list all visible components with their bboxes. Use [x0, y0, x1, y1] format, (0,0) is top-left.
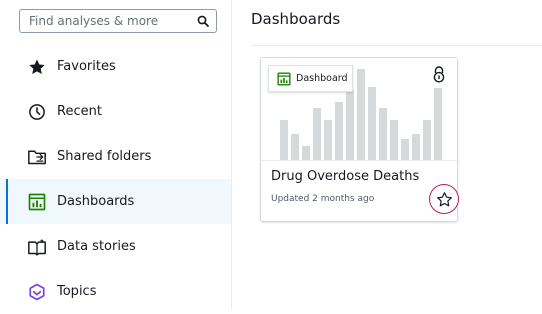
favorite-button[interactable] [429, 184, 459, 214]
thumbnail-bar [423, 120, 431, 160]
thumbnail-bar [324, 120, 332, 160]
dashboard-icon [277, 71, 291, 86]
search-icon[interactable] [197, 15, 209, 27]
sidebar-item-dashboards[interactable]: Dashboards [0, 179, 231, 224]
dashboard-icon [27, 192, 47, 212]
dashboard-updated-text: Updated 2 months ago [271, 194, 375, 204]
sidebar-item-label: Shared folders [57, 149, 152, 164]
star-filled-icon [27, 57, 47, 77]
sidebar-item-label: Topics [57, 284, 97, 299]
thumbnail-bar [346, 90, 354, 160]
search-input[interactable] [20, 10, 201, 32]
thumbnail-bar [302, 146, 310, 160]
sidebar-item-topics[interactable]: Topics [0, 269, 231, 314]
thumbnail-bar [313, 108, 321, 160]
sidebar-item-recent[interactable]: Recent [0, 89, 231, 134]
dashboard-card[interactable]: Dashboard Drug Overdose Deaths Updated 2… [260, 57, 459, 222]
thumbnail-bar [335, 102, 343, 160]
sidebar: Favorites Recent Shared folders Dashboar… [0, 0, 232, 309]
lock-icon [433, 66, 445, 83]
sidebar-item-data-stories[interactable]: Data stories [0, 224, 231, 269]
topics-icon [27, 282, 47, 302]
shared-folder-icon [27, 147, 47, 167]
thumbnail-bar [368, 87, 376, 160]
sidebar-item-label: Dashboards [57, 194, 135, 209]
thumbnail-bar [390, 120, 398, 160]
page-title: Dashboards [251, 10, 341, 28]
dashboard-tag-label: Dashboard [296, 73, 348, 84]
dashboard-thumbnail[interactable]: Dashboard [261, 58, 457, 161]
thumbnail-bar [280, 120, 288, 160]
thumbnail-bar [357, 69, 365, 160]
thumbnail-bar [379, 108, 387, 160]
sidebar-item-shared-folders[interactable]: Shared folders [0, 134, 231, 179]
title-divider [251, 45, 542, 46]
thumbnail-bar [291, 134, 299, 160]
thumbnail-bar [401, 139, 409, 160]
sidebar-item-label: Recent [57, 104, 102, 119]
sidebar-item-label: Favorites [57, 59, 116, 74]
thumbnail-bar [434, 88, 442, 160]
sidebar-item-label: Data stories [57, 239, 136, 254]
clock-icon [27, 102, 47, 122]
star-outline-icon [436, 191, 452, 206]
sidebar-item-favorites[interactable]: Favorites [0, 44, 231, 89]
search-box[interactable] [19, 9, 217, 33]
dashboard-type-tag: Dashboard [268, 65, 353, 92]
dashboard-title[interactable]: Drug Overdose Deaths [271, 169, 419, 184]
book-sparkle-icon [27, 237, 47, 257]
thumbnail-bar [412, 134, 420, 160]
sidebar-nav: Favorites Recent Shared folders Dashboar… [0, 44, 231, 314]
